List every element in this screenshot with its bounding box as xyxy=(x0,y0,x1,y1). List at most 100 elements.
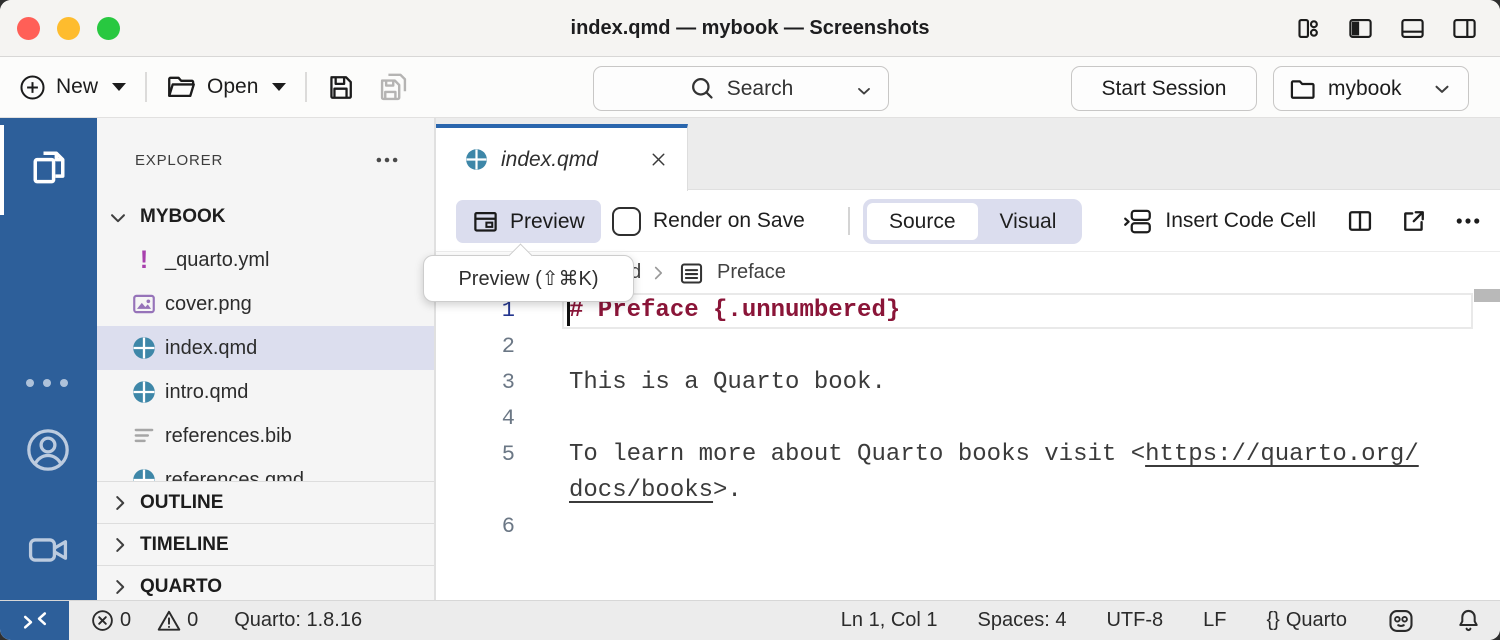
activity-overflow-button[interactable] xyxy=(26,379,68,387)
window-title: index.qmd — mybook — Screenshots xyxy=(0,0,1500,56)
save-all-button[interactable] xyxy=(377,71,410,104)
explorer-header: EXPLORER xyxy=(97,142,434,178)
chevron-right-icon xyxy=(647,262,669,284)
section-timeline[interactable]: TIMELINE xyxy=(97,523,434,565)
quarto-icon xyxy=(465,148,488,171)
chevron-right-icon xyxy=(109,534,131,556)
explorer-activity-button[interactable] xyxy=(27,145,71,189)
account-button[interactable] xyxy=(25,427,71,473)
line-number xyxy=(436,473,515,509)
code-text: This is a Quarto book. xyxy=(515,365,886,401)
chevron-down-icon xyxy=(1431,78,1453,100)
insert-code-cell-label: Insert Code Cell xyxy=(1165,209,1316,233)
toolbar-divider xyxy=(305,72,307,102)
render-on-save-checkbox[interactable] xyxy=(612,207,641,236)
current-line-highlight xyxy=(562,293,1473,329)
line-number: 5 xyxy=(436,437,515,473)
close-icon[interactable] xyxy=(648,149,669,170)
feedback-button[interactable] xyxy=(1387,607,1415,635)
status-right-group: Ln 1, Col 1 Spaces: 4 UTF-8 LF {} Quarto xyxy=(841,601,1482,640)
tree-item-references-qmd[interactable]: references.qmd xyxy=(97,458,434,481)
vertical-scrollbar-thumb[interactable] xyxy=(1474,289,1500,302)
tree-item-quarto-yml[interactable]: ! _quarto.yml xyxy=(97,238,434,282)
warning-icon xyxy=(156,608,182,634)
search-input[interactable]: Search xyxy=(593,66,889,111)
workspace-folder-label: mybook xyxy=(1328,77,1402,101)
chevron-right-icon xyxy=(109,492,131,514)
tree-item-references-bib[interactable]: references.bib xyxy=(97,414,434,458)
code-line-2: 2 xyxy=(436,329,1500,365)
activity-bar xyxy=(0,118,97,600)
insert-code-cell-icon xyxy=(1123,208,1154,235)
explorer-more-actions-button[interactable] xyxy=(374,147,400,173)
save-icon xyxy=(326,73,355,102)
file-tree: ! _quarto.yml cover.png index.qmd intro.… xyxy=(97,238,434,481)
app-window: index.qmd — mybook — Screenshots New Ope… xyxy=(0,0,1500,640)
quarto-version-status[interactable]: Quarto: 1.8.16 xyxy=(234,609,362,632)
section-quarto[interactable]: QUARTO xyxy=(97,565,434,600)
top-action-bar: New Open Search Start Session xyxy=(0,57,1500,118)
encoding-status[interactable]: UTF-8 xyxy=(1106,609,1163,632)
screen-recorder-button[interactable] xyxy=(26,528,70,572)
cursor-position-status[interactable]: Ln 1, Col 1 xyxy=(841,609,938,632)
toolbar-left-group: New Open xyxy=(19,57,410,117)
quarto-icon xyxy=(131,379,157,405)
tree-item-cover-png[interactable]: cover.png xyxy=(97,282,434,326)
start-session-label: Start Session xyxy=(1102,77,1227,101)
plus-circle-icon xyxy=(19,74,46,101)
editor-toolbar-divider xyxy=(848,207,850,235)
code-editor[interactable]: 1 # Preface {.unnumbered} 2 3 This is a … xyxy=(436,293,1500,600)
quarto-icon xyxy=(131,467,157,481)
tab-label: index.qmd xyxy=(501,148,598,172)
save-all-icon xyxy=(377,71,410,104)
tab-bar: index.qmd xyxy=(436,118,1500,190)
visual-mode-button[interactable]: Visual xyxy=(978,203,1079,240)
editor-area: index.qmd Preview Render on Save Source … xyxy=(435,118,1500,600)
save-button[interactable] xyxy=(326,73,355,102)
chevron-down-icon xyxy=(107,207,129,229)
warning-count: 0 xyxy=(187,609,198,632)
new-button[interactable]: New xyxy=(19,74,126,101)
sidebar-sections: OUTLINE TIMELINE QUARTO xyxy=(97,481,434,600)
start-session-button[interactable]: Start Session xyxy=(1071,66,1257,111)
sidebar-left-icon[interactable] xyxy=(1347,15,1374,42)
open-button[interactable]: Open xyxy=(166,72,286,103)
explorer-title: EXPLORER xyxy=(135,152,223,169)
language-mode-status[interactable]: {} Quarto xyxy=(1266,609,1347,632)
split-editor-icon[interactable] xyxy=(1346,207,1374,235)
status-left-group: 0 0 Quarto: 1.8.16 xyxy=(90,601,362,640)
panel-icon[interactable] xyxy=(1399,15,1426,42)
section-outline[interactable]: OUTLINE xyxy=(97,481,434,523)
notifications-button[interactable] xyxy=(1455,607,1482,634)
bibliography-icon xyxy=(131,423,157,449)
sidebar-right-icon[interactable] xyxy=(1451,15,1478,42)
indentation-status[interactable]: Spaces: 4 xyxy=(978,609,1067,632)
remote-icon xyxy=(20,606,50,636)
tree-item-intro-qmd[interactable]: intro.qmd xyxy=(97,370,434,414)
code-link[interactable]: https://quarto.org/ xyxy=(1145,441,1419,468)
eol-status[interactable]: LF xyxy=(1203,609,1226,632)
render-on-save-label[interactable]: Render on Save xyxy=(653,190,805,252)
workspace-folder-button[interactable]: mybook xyxy=(1273,66,1469,111)
tree-root-label: MYBOOK xyxy=(140,206,226,228)
preview-button[interactable]: Preview xyxy=(456,200,601,243)
image-icon xyxy=(131,291,157,317)
ellipsis-icon xyxy=(26,379,34,387)
open-in-new-window-icon[interactable] xyxy=(1400,207,1428,235)
tree-item-index-qmd[interactable]: index.qmd xyxy=(97,326,434,370)
preview-tooltip: Preview (⇧⌘K) xyxy=(423,255,634,302)
problems-indicator[interactable]: 0 0 xyxy=(90,608,198,634)
code-text: To learn more about Quarto books visit <… xyxy=(515,437,1419,473)
source-mode-button[interactable]: Source xyxy=(867,203,978,240)
titlebar: index.qmd — mybook — Screenshots xyxy=(0,0,1500,57)
layout-icon[interactable] xyxy=(1295,15,1322,42)
breadcrumb-section[interactable]: Preface xyxy=(717,261,786,284)
more-actions-icon[interactable] xyxy=(1454,207,1482,235)
line-number: 3 xyxy=(436,365,515,401)
insert-code-cell-button[interactable]: Insert Code Cell xyxy=(1123,208,1316,235)
code-link[interactable]: docs/books xyxy=(569,477,713,504)
tree-root-mybook[interactable]: MYBOOK xyxy=(97,198,434,238)
remote-indicator[interactable] xyxy=(0,601,69,640)
line-number: 6 xyxy=(436,509,515,545)
tab-index-qmd[interactable]: index.qmd xyxy=(436,124,688,191)
